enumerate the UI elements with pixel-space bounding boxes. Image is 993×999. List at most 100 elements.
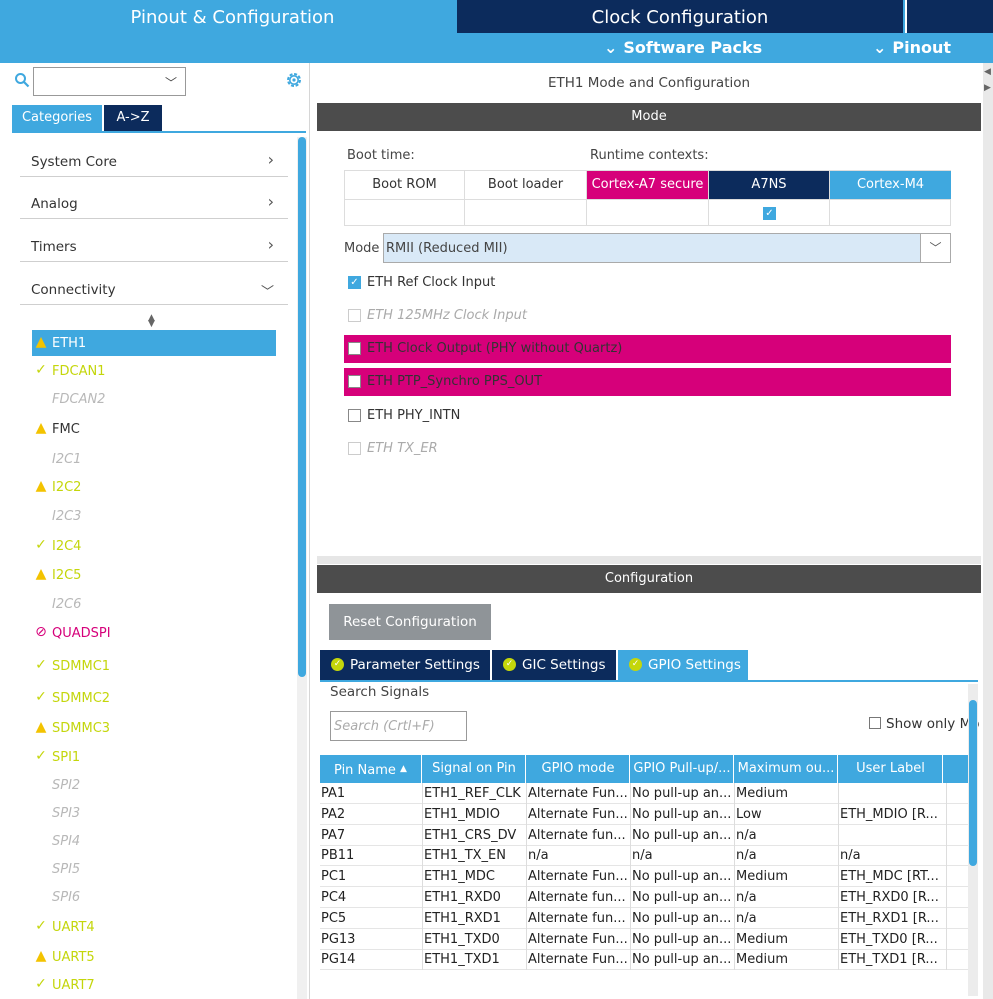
table-row[interactable]: PC1 ETH1_MDC Alternate Fun... No pull-up an… <box>320 866 968 888</box>
search-signals-input[interactable]: Search (Crtl+F) <box>330 711 467 741</box>
chevron-down-icon: ⌄ <box>604 38 618 57</box>
table-cell: Medium <box>735 866 839 888</box>
table-scrollbar[interactable] <box>968 684 978 996</box>
category-label: System Core <box>31 154 117 170</box>
tab-parameter-settings[interactable]: ✓ Parameter Settings <box>320 650 490 680</box>
check-icon: ✓ <box>35 748 47 764</box>
tab-extra[interactable] <box>905 0 993 33</box>
peripheral-item-fmc[interactable]: ▲ FMC <box>32 416 276 442</box>
peripheral-item-sdmmc3[interactable]: ▲ SDMMC3 <box>32 715 276 741</box>
tab-gpio-settings[interactable]: ✓ GPIO Settings <box>618 650 748 680</box>
column-user-label[interactable]: User Label <box>839 755 943 783</box>
peripheral-label: UART5 <box>52 950 95 965</box>
chevron-right-icon[interactable]: ▶ <box>984 83 991 93</box>
table-cell: No pull-up an... <box>631 949 735 971</box>
show-only-modified-checkbox[interactable]: Show only Mo <box>869 716 981 732</box>
category-system-core[interactable]: System Core › <box>20 147 288 177</box>
sort-icon[interactable]: ▲ ▼ <box>148 314 155 329</box>
warning-icon: ▲ <box>35 719 47 735</box>
reset-configuration-button[interactable]: Reset Configuration <box>329 604 491 640</box>
column-signal-on-pin[interactable]: Signal on Pin <box>423 755 526 783</box>
category-connectivity[interactable]: Connectivity ﹀ <box>20 275 288 305</box>
table-cell: ETH1_CRS_DV <box>423 824 527 846</box>
peripheral-item-spi5[interactable]: SPI5 <box>32 856 276 882</box>
category-timers[interactable]: Timers › <box>20 232 288 262</box>
option-eth-phy-intn[interactable]: ETH PHY_INTN <box>344 402 951 430</box>
chevron-down-icon[interactable]: ﹀ <box>920 234 950 262</box>
tab-clock-configuration[interactable]: Clock Configuration <box>457 0 903 33</box>
checkbox[interactable] <box>348 342 361 355</box>
table-cell: n/a <box>631 845 735 867</box>
chevron-down-icon[interactable]: ﹀ <box>165 74 177 91</box>
search-icon[interactable] <box>14 72 30 88</box>
table-cell: Alternate fun... <box>527 824 631 846</box>
chevron-left-icon[interactable]: ◀ <box>984 67 991 77</box>
option-eth-ptp-synchro[interactable]: ETH PTP_Synchro PPS_OUT <box>344 368 951 396</box>
blocked-icon: ⊘ <box>35 624 47 640</box>
peripheral-item-spi2[interactable]: SPI2 <box>32 772 276 798</box>
a7ns-checkbox[interactable]: ✓ <box>763 207 776 220</box>
column-gpio-pull[interactable]: GPIO Pull-up/... <box>631 755 734 783</box>
software-packs-menu[interactable]: ⌄ Software Packs <box>604 38 762 57</box>
tab-categories[interactable]: Categories <box>12 105 102 131</box>
option-eth-tx-er: ETH TX_ER <box>344 435 951 463</box>
tab-gic-settings[interactable]: ✓ GIC Settings <box>492 650 616 680</box>
gear-icon[interactable] <box>284 70 304 90</box>
peripheral-label: SDMMC3 <box>52 721 111 736</box>
peripheral-item-eth1[interactable]: ▲ ETH1 <box>32 330 276 356</box>
peripheral-item-sdmmc2[interactable]: ✓ SDMMC2 <box>32 685 276 711</box>
checkbox[interactable] <box>869 717 881 729</box>
checkbox[interactable]: ✓ <box>348 276 361 289</box>
table-row[interactable]: PA7 ETH1_CRS_DV Alternate fun... No pull-up… <box>320 824 968 846</box>
peripheral-item-i2c2[interactable]: ▲ I2C2 <box>32 474 276 500</box>
peripheral-item-uart5[interactable]: ▲ UART5 <box>32 944 276 970</box>
peripheral-label: I2C6 <box>52 597 82 612</box>
option-eth-ref-clock-input[interactable]: ✓ ETH Ref Clock Input <box>344 269 951 297</box>
peripheral-item-i2c3[interactable]: I2C3 <box>32 503 276 529</box>
checkbox[interactable] <box>348 409 361 422</box>
mode-select[interactable]: RMII (Reduced MII) ﹀ <box>383 233 951 263</box>
column-gpio-mode[interactable]: GPIO mode <box>527 755 630 783</box>
scrollbar-thumb[interactable] <box>969 700 977 866</box>
peripheral-item-uart4[interactable]: ✓ UART4 <box>32 914 276 940</box>
context-cortex-m4: Cortex-M4 <box>830 171 951 199</box>
category-analog[interactable]: Analog › <box>20 189 288 219</box>
table-row[interactable]: PB11 ETH1_TX_EN n/a n/a n/a n/a <box>320 845 968 867</box>
peripheral-item-spi6[interactable]: SPI6 <box>32 884 276 910</box>
right-edge-scrollbar[interactable]: ◀ ▶ <box>983 63 993 999</box>
peripheral-item-i2c1[interactable]: I2C1 <box>32 446 276 472</box>
table-cell: Medium <box>735 783 839 804</box>
peripheral-item-sdmmc1[interactable]: ✓ SDMMC1 <box>32 653 276 679</box>
column-pin-name[interactable]: Pin Name ▲ <box>320 755 422 783</box>
peripheral-item-i2c4[interactable]: ✓ I2C4 <box>32 533 276 559</box>
tab-a-to-z[interactable]: A->Z <box>104 105 162 131</box>
table-row[interactable]: PG14 ETH1_TXD1 Alternate Fun... No pull-up … <box>320 949 968 971</box>
peripheral-label: FMC <box>52 422 80 437</box>
table-cell: ETH1_RXD1 <box>423 907 527 929</box>
peripheral-item-uart7[interactable]: ✓ UART7 <box>32 972 276 998</box>
peripheral-item-i2c5[interactable]: ▲ I2C5 <box>32 562 276 588</box>
scrollbar-thumb[interactable] <box>298 137 306 677</box>
peripheral-item-spi4[interactable]: SPI4 <box>32 828 276 854</box>
pinout-menu[interactable]: ⌄ Pinout <box>873 38 951 57</box>
context-table: Boot ROM Boot loader Cortex-A7 secure A7… <box>344 170 951 226</box>
peripheral-item-quadspi[interactable]: ⊘ QUADSPI <box>32 620 276 646</box>
check-circle-icon: ✓ <box>503 658 516 671</box>
splitter[interactable] <box>317 556 981 564</box>
peripheral-item-spi3[interactable]: SPI3 <box>32 800 276 826</box>
checkbox[interactable] <box>348 375 361 388</box>
option-eth-clock-output[interactable]: ETH Clock Output (PHY without Quartz) <box>344 335 951 363</box>
column-maximum-output[interactable]: Maximum ou... <box>735 755 838 783</box>
peripheral-item-fdcan1[interactable]: ✓ FDCAN1 <box>32 358 276 384</box>
peripheral-item-spi1[interactable]: ✓ SPI1 <box>32 744 276 770</box>
chevron-right-icon: › <box>267 235 274 254</box>
table-row[interactable]: PA1 ETH1_REF_CLK Alternate Fun... No pull-u… <box>320 783 968 804</box>
table-row[interactable]: PG13 ETH1_TXD0 Alternate Fun... No pull-up … <box>320 928 968 950</box>
peripheral-item-fdcan2[interactable]: FDCAN2 <box>32 386 276 412</box>
search-input[interactable]: ﹀ <box>33 67 186 96</box>
peripheral-item-i2c6[interactable]: I2C6 <box>32 591 276 617</box>
tab-pinout-configuration[interactable]: Pinout & Configuration <box>8 0 457 33</box>
table-row[interactable]: PC5 ETH1_RXD1 Alternate fun... No pull-up a… <box>320 907 968 929</box>
table-row[interactable]: PA2 ETH1_MDIO Alternate Fun... No pull-up a… <box>320 803 968 825</box>
table-row[interactable]: PC4 ETH1_RXD0 Alternate fun... No pull-up a… <box>320 887 968 908</box>
